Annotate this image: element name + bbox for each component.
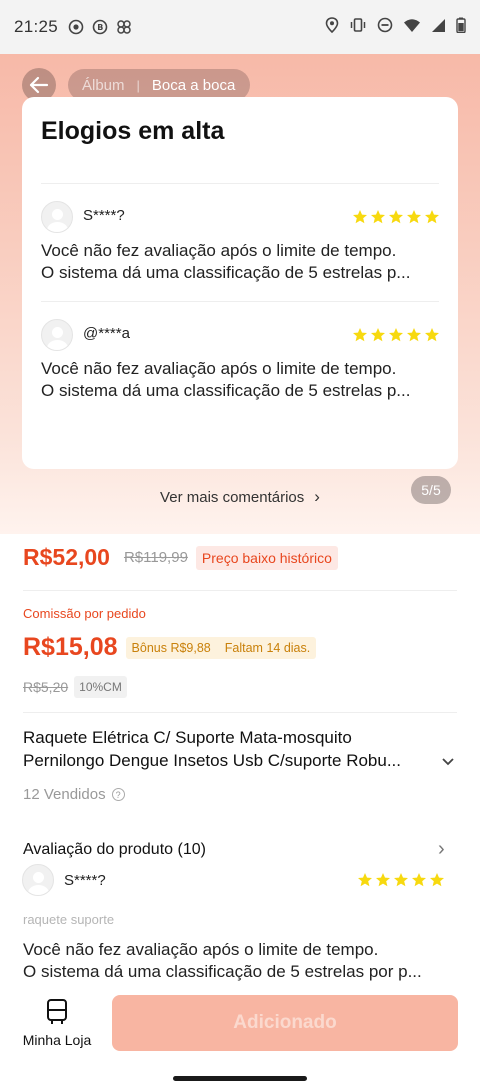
star-icon <box>407 328 421 342</box>
praise-card: Elogios em alta S****? Você não fez aval… <box>22 97 458 469</box>
star-icon <box>425 210 439 224</box>
added-button[interactable]: Adicionado <box>112 995 458 1051</box>
dnd-icon <box>377 17 393 37</box>
pinwheel-icon <box>116 19 132 35</box>
chevron-right-icon[interactable]: › <box>438 838 445 861</box>
page-indicator: 5/5 <box>411 476 451 504</box>
star-rating <box>352 209 440 225</box>
star-icon <box>389 328 403 342</box>
review-text-line2: O sistema dá uma classificação de 5 estr… <box>41 263 411 282</box>
star-icon <box>394 873 408 887</box>
lowest-price-badge: Preço baixo histórico <box>195 545 338 570</box>
see-more-label: Ver mais comentários <box>160 489 305 506</box>
sold-label: 12 Vendidos <box>23 786 106 803</box>
bonus-badge: Bônus R$9,88 Faltam 14 dias. <box>125 636 317 659</box>
review-user: @****a <box>83 325 130 342</box>
sold-count: 12 Vendidos ? <box>23 786 125 803</box>
record-icon <box>68 19 84 35</box>
svg-text:B: B <box>97 23 103 32</box>
commission-detail-row: R$5,20 10%CM <box>23 676 127 698</box>
review-item[interactable]: S****? Você não fez avaliação após o lim… <box>41 199 440 299</box>
divider <box>41 301 439 302</box>
my-shop-label: Minha Loja <box>22 1032 92 1048</box>
divider <box>23 712 457 713</box>
breadcrumb-album[interactable]: Álbum <box>82 77 125 94</box>
commission-rate-badge: 10%CM <box>74 676 127 698</box>
review-user: S****? <box>83 207 125 224</box>
chevron-right-icon: › <box>314 487 320 506</box>
shop-icon <box>47 999 67 1024</box>
back-arrow-icon <box>29 76 49 94</box>
original-price: R$119,99 <box>123 549 188 566</box>
commission-label: Comissão por pedido <box>23 606 146 621</box>
card-title: Elogios em alta <box>41 117 225 145</box>
star-rating <box>357 872 445 888</box>
breadcrumb-separator: | <box>136 77 140 93</box>
battery-icon <box>456 17 466 37</box>
status-time: 21:25 <box>14 17 59 36</box>
see-more-comments-link[interactable]: Ver mais comentários › <box>0 487 480 507</box>
product-title-line2: Pernilongo Dengue Insetos Usb C/suporte … <box>23 751 402 770</box>
my-shop-button[interactable]: Minha Loja <box>22 998 92 1052</box>
review-text-line1: Você não fez avaliação após o limite de … <box>41 241 397 260</box>
review-text-line2: O sistema dá uma classificação de 5 estr… <box>23 962 422 981</box>
star-icon <box>358 873 372 887</box>
product-rating-title[interactable]: Avaliação do produto (10) <box>23 841 206 859</box>
commission-old-value: R$5,20 <box>23 679 69 695</box>
signal-icon <box>431 18 446 37</box>
avatar <box>22 864 54 896</box>
location-icon <box>325 17 339 37</box>
home-gesture-handle[interactable] <box>173 1076 307 1081</box>
status-bar: 21:25 B <box>0 0 480 54</box>
review-user: S****? <box>64 872 106 889</box>
avatar <box>41 201 73 233</box>
star-icon <box>430 873 444 887</box>
breadcrumb-current[interactable]: Boca a boca <box>152 77 235 94</box>
review-text-line2: O sistema dá uma classificação de 5 estr… <box>41 381 411 400</box>
expand-title-chevron-icon[interactable] <box>441 754 455 770</box>
divider <box>23 590 457 591</box>
commission-row: R$15,08 Bônus R$9,88 Faltam 14 dias. <box>23 633 317 662</box>
price-row: R$52,00 R$119,99 Preço baixo histórico <box>23 544 338 571</box>
review-text-line1: Você não fez avaliação após o limite de … <box>23 940 379 959</box>
star-icon <box>412 873 426 887</box>
current-price: R$52,00 <box>23 544 110 570</box>
bonus-amount: Bônus R$9,88 <box>131 640 211 655</box>
wifi-icon <box>403 18 421 37</box>
review-item[interactable]: @****a Você não fez avaliação após o lim… <box>41 317 440 417</box>
divider <box>41 183 439 184</box>
product-title-line1: Raquete Elétrica C/ Suporte Mata-mosquit… <box>23 728 352 747</box>
review-variant-note: raquete suporte <box>23 912 115 927</box>
star-icon <box>389 210 403 224</box>
avatar <box>41 319 73 351</box>
days-left: Faltam 14 dias. <box>224 640 311 655</box>
star-icon <box>371 328 385 342</box>
star-icon <box>407 210 421 224</box>
star-icon <box>371 210 385 224</box>
info-icon[interactable]: ? <box>111 788 125 801</box>
star-icon <box>353 210 367 224</box>
star-icon <box>376 873 390 887</box>
star-icon <box>425 328 439 342</box>
star-rating <box>352 327 440 343</box>
commission-price: R$15,08 <box>23 633 118 661</box>
review-text-line1: Você não fez avaliação após o limite de … <box>41 359 397 378</box>
vibrate-icon <box>349 17 367 37</box>
b-circle-icon: B <box>92 19 108 35</box>
product-title[interactable]: Raquete Elétrica C/ Suporte Mata-mosquit… <box>23 726 443 772</box>
star-icon <box>353 328 367 342</box>
